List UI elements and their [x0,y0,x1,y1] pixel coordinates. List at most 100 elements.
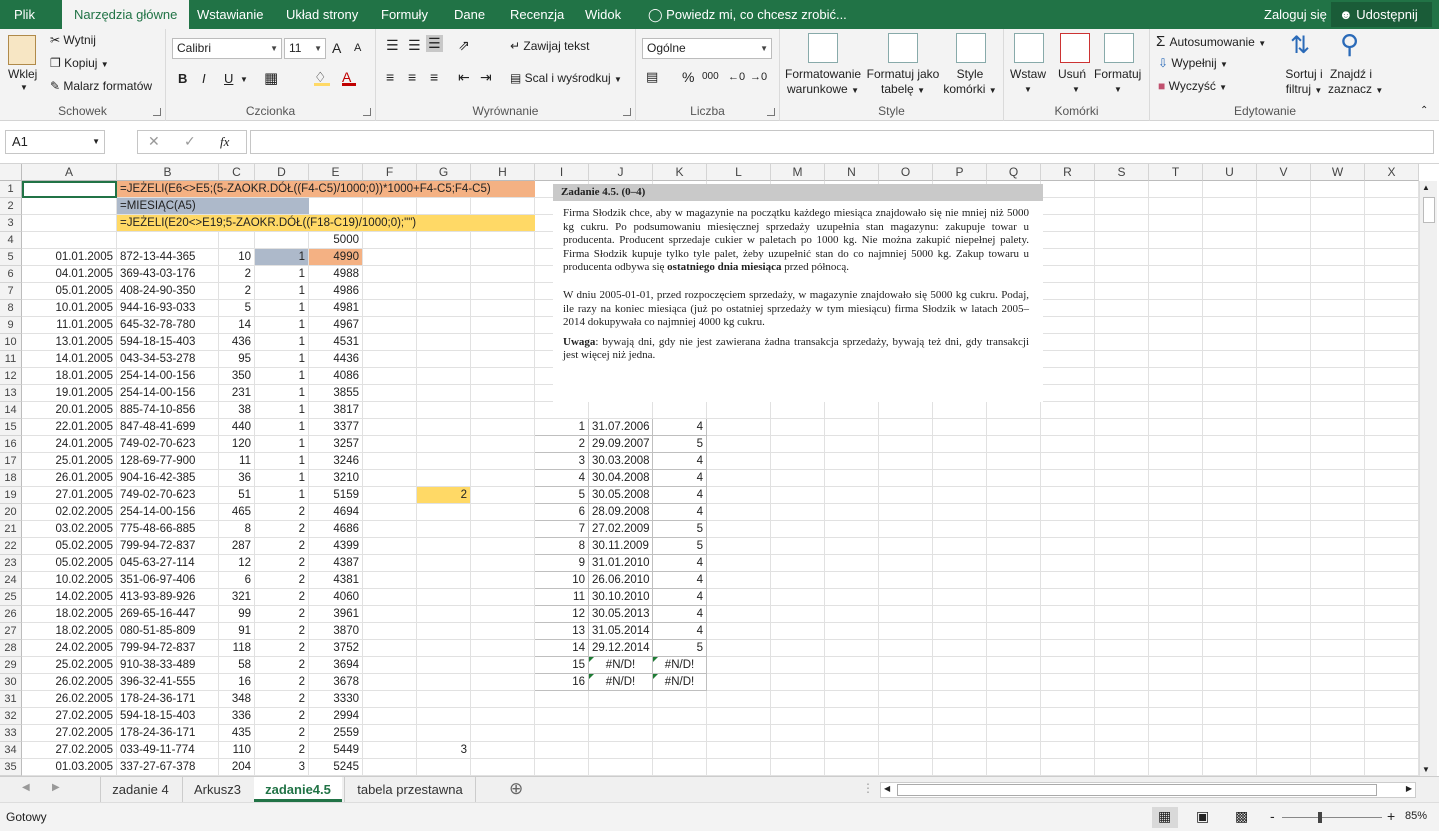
zoom-slider-thumb[interactable] [1318,812,1322,823]
cell[interactable] [1257,538,1311,555]
cell-c[interactable]: 465 [219,504,255,521]
cell[interactable] [933,555,987,572]
cell-b[interactable]: 872-13-44-365 [117,249,219,266]
cell-d[interactable]: 1 [255,487,309,504]
cell[interactable] [1311,351,1365,368]
cell[interactable] [363,708,417,725]
cell[interactable] [653,725,707,742]
cell[interactable] [825,589,879,606]
cell-a[interactable]: 05.02.2005 [22,555,117,572]
italic-button[interactable]: I [202,71,206,86]
cell[interactable] [987,691,1041,708]
cell[interactable] [1041,266,1095,283]
cell[interactable] [1149,368,1203,385]
cell-a[interactable]: 02.02.2005 [22,504,117,521]
cell[interactable] [1041,402,1095,419]
cut-button[interactable]: ✂ Wytnij [50,33,96,47]
cell[interactable] [1149,317,1203,334]
result-index[interactable]: 4 [535,470,589,487]
cell[interactable] [1311,368,1365,385]
tab-page-layout[interactable]: Układ strony [286,0,358,29]
cell[interactable] [707,742,771,759]
cell[interactable] [417,572,471,589]
cell-e[interactable]: 4531 [309,334,363,351]
cell[interactable] [1203,742,1257,759]
row-header[interactable]: 3 [0,215,22,232]
cell[interactable] [987,640,1041,657]
cell[interactable] [589,742,653,759]
cell-e[interactable]: 3257 [309,436,363,453]
cell-a[interactable]: 19.01.2005 [22,385,117,402]
cell[interactable] [417,232,471,249]
shrink-font-button[interactable]: A [354,42,361,54]
column-header-n[interactable]: N [825,164,879,181]
sheet-tab-tabela-przestawna[interactable]: tabela przestawna [344,777,476,802]
row-header[interactable]: 2 [0,198,22,215]
cell[interactable] [1149,708,1203,725]
scroll-left-icon[interactable]: ◀ [884,784,890,793]
column-header-s[interactable]: S [1095,164,1149,181]
cell[interactable] [1365,317,1419,334]
cell[interactable] [771,572,825,589]
cell[interactable] [1257,249,1311,266]
cell[interactable] [1203,436,1257,453]
cell-a[interactable]: 05.02.2005 [22,538,117,555]
result-index[interactable]: 11 [535,589,589,606]
cell[interactable] [1365,725,1419,742]
cell[interactable] [933,453,987,470]
cell[interactable] [825,504,879,521]
cell[interactable] [363,589,417,606]
cell[interactable] [1311,266,1365,283]
cell[interactable] [1095,589,1149,606]
cell[interactable] [879,402,933,419]
column-header-m[interactable]: M [771,164,825,181]
cell[interactable] [1257,351,1311,368]
cell[interactable] [1095,232,1149,249]
row-header[interactable]: 9 [0,317,22,334]
enter-icon[interactable]: ✓ [184,133,196,150]
cell[interactable] [1041,555,1095,572]
cell[interactable] [933,674,987,691]
cell-a[interactable]: 24.02.2005 [22,640,117,657]
cell[interactable] [1257,232,1311,249]
clipboard-launcher-icon[interactable] [153,108,161,116]
cell-a[interactable]: 14.01.2005 [22,351,117,368]
cell[interactable] [1257,742,1311,759]
format-painter-button[interactable]: ✎ Malarz formatów [50,79,152,93]
cell-a[interactable] [22,215,117,232]
cell[interactable] [987,555,1041,572]
row-header[interactable]: 13 [0,385,22,402]
cell[interactable] [363,266,417,283]
cell[interactable] [417,266,471,283]
cell-g-value[interactable]: 2 [417,487,471,504]
cell[interactable] [1095,300,1149,317]
result-index[interactable]: 15 [535,657,589,674]
row-header[interactable]: 30 [0,674,22,691]
cell-b[interactable]: 178-24-36-171 [117,725,219,742]
cell[interactable] [417,521,471,538]
cell[interactable] [417,725,471,742]
cell[interactable] [1257,623,1311,640]
cell-a[interactable]: 10.02.2005 [22,572,117,589]
cell[interactable] [1203,487,1257,504]
insert-function-button[interactable]: fx [220,134,229,150]
borders-icon[interactable]: ▦ [264,69,278,87]
cell[interactable] [471,470,535,487]
cell[interactable] [1095,385,1149,402]
row-header[interactable]: 20 [0,504,22,521]
cell[interactable] [707,606,771,623]
cell[interactable] [707,657,771,674]
cell[interactable] [363,504,417,521]
number-launcher-icon[interactable] [767,108,775,116]
cell[interactable] [771,742,825,759]
row-header[interactable]: 26 [0,606,22,623]
cell-a[interactable]: 18.02.2005 [22,606,117,623]
cell[interactable] [363,623,417,640]
result-date[interactable]: 30.05.2013 [589,606,653,623]
cell[interactable] [1095,555,1149,572]
cell[interactable] [707,623,771,640]
cell[interactable] [1203,402,1257,419]
cell[interactable] [771,470,825,487]
scroll-down-icon[interactable]: ▼ [1422,765,1430,774]
cell[interactable] [1149,674,1203,691]
